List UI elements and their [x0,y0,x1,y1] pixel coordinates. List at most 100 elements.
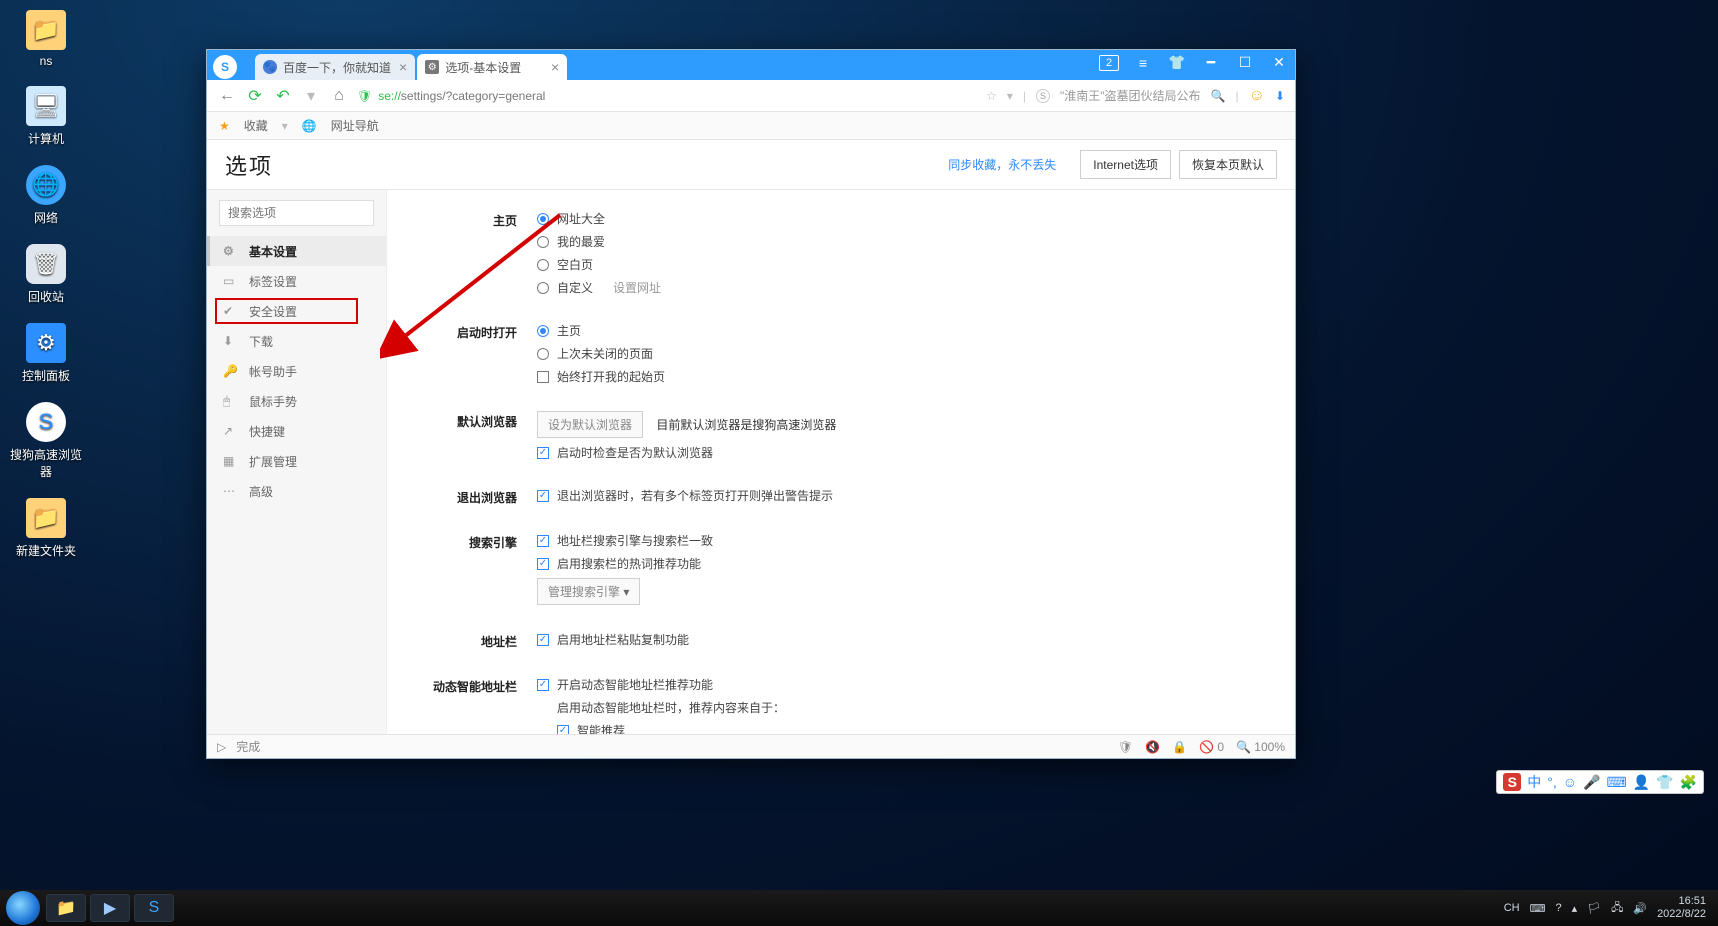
url-display[interactable]: 🛡 se://settings/?category=general [357,89,545,103]
tab-close-icon[interactable]: × [543,59,559,75]
ime-person-icon[interactable]: 👤 [1633,774,1650,791]
clock[interactable]: 16:51 2022/8/22 [1657,895,1706,921]
mute-icon[interactable]: 🔇 [1145,740,1160,754]
section-startup: 启动时打开 主页 上次未关闭的页面 始终打开我的起始页 [417,322,1265,385]
undo-icon[interactable]: ↶ [273,86,293,106]
ad-block-counter[interactable]: 🚫 0 [1199,740,1224,754]
check-default-on-launch[interactable]: 启动时检查是否为默认浏览器 [537,444,836,461]
menu-icon[interactable]: ≡ [1133,55,1153,71]
zoom-indicator[interactable]: 🔍 100% [1236,740,1285,754]
manage-search-engines-button[interactable]: 管理搜索引擎 [537,578,640,605]
minimize-icon[interactable]: ━ [1201,54,1221,71]
download-icon[interactable]: ⬇ [1275,89,1285,103]
check-startup-always-startpage[interactable]: 始终打开我的起始页 [537,368,665,385]
start-button[interactable] [6,891,40,925]
maximize-icon[interactable]: ☐ [1235,54,1255,71]
tray-network-icon[interactable]: 🖧 [1611,899,1623,918]
sidebar-item-advanced[interactable]: ⋯ 高级 [207,476,386,506]
tray-volume-icon[interactable]: 🔊 [1633,902,1647,915]
sidebar-item-label: 帐号助手 [249,363,297,380]
search-icon[interactable]: 🔍 [1211,89,1226,103]
skin-icon[interactable]: 👕 [1167,54,1187,71]
sidebar-item-tabs[interactable]: ▭标签设置 [207,266,386,296]
desktop-icon-recycle-bin[interactable]: 🗑回收站 [10,244,82,305]
internet-options-button[interactable]: Internet选项 [1080,150,1171,179]
smart-addrbar-note: 启用动态智能地址栏时，推荐内容来自于： [537,699,785,716]
check-exit-warn[interactable]: 退出浏览器时，若有多个标签页打开则弹出警告提示 [537,487,833,504]
check-addrbar-paste-copy[interactable]: 启用地址栏粘贴复制功能 [537,631,689,648]
desktop-icon-control-panel[interactable]: ⚙控制面板 [10,323,82,384]
radio-startup-home[interactable]: 主页 [537,322,665,339]
radio-home-favorites[interactable]: 我的最爱 [537,233,661,250]
favorites-label[interactable]: 收藏 [244,117,268,134]
tab-settings[interactable]: ⚙ 选项-基本设置 × [417,54,567,80]
globe-icon: 🌐 [302,119,317,133]
reset-page-defaults-button[interactable]: 恢复本页默认 [1179,150,1277,179]
tray-chevron-icon[interactable]: ▴ [1572,902,1578,915]
taskbar-explorer-icon[interactable]: 📁 [46,894,86,922]
close-window-icon[interactable]: ✕ [1269,54,1289,71]
dots-icon: ⋯ [223,484,237,498]
ime-toolbox-icon[interactable]: 🧩 [1680,774,1697,791]
chevron-down-icon[interactable]: ▾ [282,119,288,133]
site-nav-link[interactable]: 网址导航 [331,117,379,134]
ime-mic-icon[interactable]: 🎤 [1583,774,1600,791]
home-icon[interactable]: ⌂ [329,87,349,105]
radio-home-sitedir[interactable]: 网址大全 [537,210,661,227]
sidebar-item-account[interactable]: 🔑 帐号助手 [207,356,386,386]
sidebar-item-shortcuts[interactable]: ↗快捷键 [207,416,386,446]
radio-startup-lastsession[interactable]: 上次未关闭的页面 [537,345,665,362]
ime-skin-icon[interactable]: 👕 [1656,774,1673,791]
sidebar-item-gestures[interactable]: 🖱鼠标手势 [207,386,386,416]
sidebar-search-input[interactable] [219,200,374,226]
tray-help-icon[interactable]: ? [1555,902,1561,914]
tab-baidu[interactable]: 🐾 百度一下，你就知道 × [255,54,415,80]
window-badge[interactable]: 2 [1099,55,1119,71]
desktop-icon-network[interactable]: 🌐网络 [10,165,82,226]
ime-lang-label[interactable]: 中 [1527,772,1541,792]
sidebar-item-security[interactable]: ✔安全设置 [207,296,386,326]
desktop-icon-sogou-browser[interactable]: S搜狗高速浏览器 [10,402,82,480]
set-url-link[interactable]: 设置网址 [613,279,661,296]
tab-close-icon[interactable]: × [391,59,407,75]
lock-icon[interactable]: 🔒 [1172,740,1187,754]
check-search-same-as-addr[interactable]: 地址栏搜索引擎与搜索栏一致 [537,532,713,549]
sidebar-item-download[interactable]: ⬇下载 [207,326,386,356]
ime-punct-icon[interactable]: °, [1547,774,1557,790]
browser-titlebar: S 🐾 百度一下，你就知道 × ⚙ 选项-基本设置 × 2 ≡ 👕 ━ ☐ ✕ [207,50,1295,80]
back-icon[interactable]: ← [217,87,237,105]
smiley-icon[interactable]: ☺ [1249,87,1265,105]
tray-keyboard-icon[interactable]: ⌨ [1530,902,1546,915]
set-default-browser-button[interactable]: 设为默认浏览器 [537,411,643,438]
sidebar-item-label: 标签设置 [249,273,297,290]
shield-icon[interactable]: 🛡 [1118,740,1133,754]
radio-home-custom[interactable]: 自定义设置网址 [537,279,661,296]
desktop-icon-ns[interactable]: 📁ns [10,10,82,68]
radio-home-blank[interactable]: 空白页 [537,256,661,273]
ime-keyboard-icon[interactable]: ⌨ [1606,774,1626,791]
settings-sidebar: ⚙基本设置 ▭标签设置 ✔安全设置 ⬇下载 🔑 帐号助手 🖱鼠标手势 ↗快捷键 ▦… [207,190,387,734]
key-icon: 🔑 [223,364,237,378]
ime-face-icon[interactable]: ☺ [1563,774,1577,790]
taskbar-sogou-browser-icon[interactable]: S [134,894,174,922]
reload-icon[interactable]: ⟳ [245,86,265,106]
star-icon[interactable]: ☆ [986,89,997,103]
desktop-icon-computer[interactable]: 🖥计算机 [10,86,82,147]
taskbar-media-icon[interactable]: ▶ [90,894,130,922]
tray-lang-label[interactable]: CH [1504,902,1520,914]
sidebar-item-general[interactable]: ⚙基本设置 [207,236,386,266]
row-label: 地址栏 [417,631,517,650]
check-smart-addrbar-enable[interactable]: 开启动态智能地址栏推荐功能 [537,676,785,693]
chevron-down-icon[interactable]: ▾ [301,86,321,106]
sidebar-item-extensions[interactable]: ▦扩展管理 [207,446,386,476]
desktop-icon-new-folder[interactable]: 📁新建文件夹 [10,498,82,559]
sidebar-toggle-icon[interactable]: ▷ [217,740,226,754]
check-smart-recommend[interactable]: 智能推荐 [537,722,785,734]
ime-toolbar[interactable]: S 中 °, ☺ 🎤 ⌨ 👤 👕 🧩 [1496,770,1704,794]
chevron-down-icon[interactable]: ▾ [1007,89,1013,103]
check-search-hotwords[interactable]: 启用搜索栏的热词推荐功能 [537,555,713,572]
tray-flag-icon[interactable]: 🏳 [1587,902,1601,915]
sidebar-item-label: 高级 [249,483,273,500]
section-exit: 退出浏览器 退出浏览器时，若有多个标签页打开则弹出警告提示 [417,487,1265,506]
sync-favorites-link[interactable]: 同步收藏，永不丢失 [948,156,1056,173]
